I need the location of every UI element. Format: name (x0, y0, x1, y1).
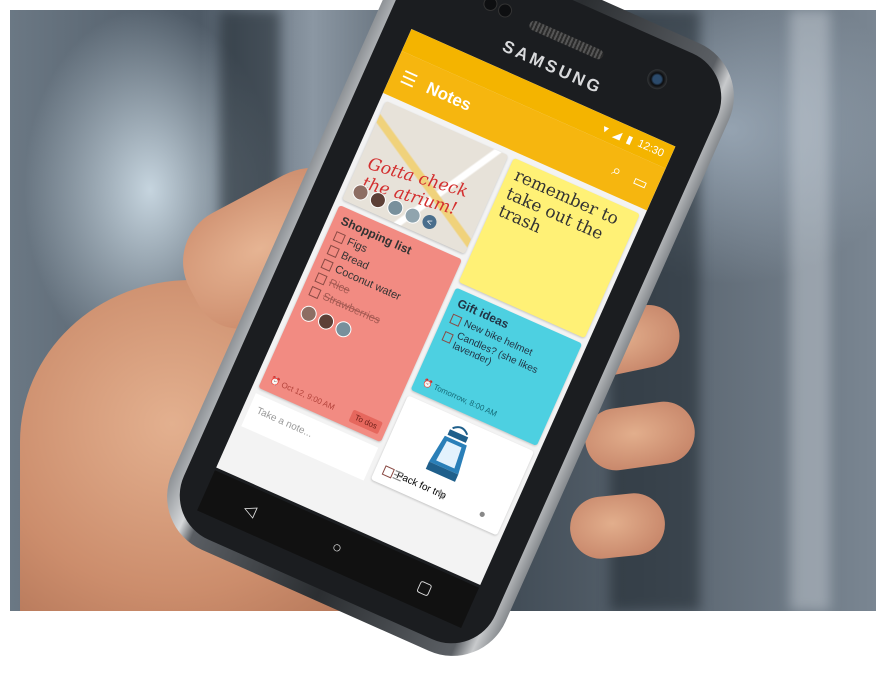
mic-icon[interactable]: ● (476, 506, 488, 522)
label-chip[interactable]: To dos (348, 409, 383, 435)
recents-icon[interactable]: ▢ (414, 575, 436, 599)
back-icon[interactable]: ◁ (240, 498, 259, 521)
battery-icon: ▮ (624, 133, 635, 147)
search-icon[interactable]: ⌕ (609, 162, 624, 182)
checkbox[interactable] (332, 231, 346, 245)
view-toggle-icon[interactable]: ▭ (629, 170, 651, 194)
checkbox[interactable] (326, 244, 340, 258)
checkbox[interactable] (314, 272, 328, 286)
list-icon[interactable]: ☰ (390, 468, 406, 485)
checkbox[interactable] (449, 313, 463, 327)
avatar (315, 310, 337, 333)
checkbox[interactable] (441, 330, 454, 344)
home-icon[interactable]: ○ (329, 538, 345, 558)
sensor-dots (482, 0, 519, 22)
avatar (298, 303, 320, 325)
share-icon[interactable]: < (420, 212, 439, 232)
checkbox[interactable] (308, 285, 322, 300)
wifi-icon: ▾ (600, 122, 611, 136)
background-window (790, 10, 830, 611)
checkbox[interactable] (320, 258, 334, 272)
pen-icon[interactable]: ✎ (434, 487, 449, 504)
front-camera (644, 66, 671, 93)
signal-icon: ◢ (611, 127, 624, 142)
avatar (332, 318, 354, 340)
